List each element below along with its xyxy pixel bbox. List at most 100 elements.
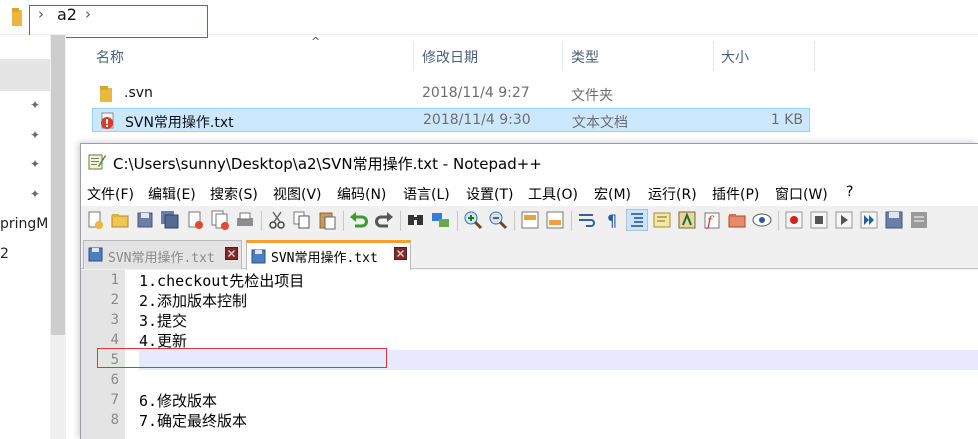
menu-help[interactable]: ? <box>846 184 853 200</box>
close-all-icon[interactable] <box>209 209 231 231</box>
code-line[interactable]: 3.提交 <box>139 310 187 331</box>
window-titlebar[interactable]: C:\Users\sunny\Desktop\a2\SVN常用操作.txt - … <box>81 144 978 178</box>
column-header-size[interactable]: 大小 <box>721 47 749 67</box>
menu-run[interactable]: 运行(R) <box>648 184 697 204</box>
column-divider[interactable] <box>413 41 414 71</box>
print-icon[interactable] <box>234 209 256 231</box>
line-number: 6 <box>110 372 119 388</box>
pin-icon[interactable]: ✦ <box>30 128 42 142</box>
pin-icon[interactable]: ✦ <box>30 187 42 201</box>
code-line[interactable]: 2.添加版本控制 <box>139 290 247 311</box>
close-tab-icon[interactable] <box>225 247 238 260</box>
sort-indicator-icon: ^ <box>311 35 321 48</box>
macro-stop-icon[interactable] <box>808 209 830 231</box>
nav-item-truncated[interactable]: pringM <box>0 216 48 232</box>
find-icon[interactable] <box>405 209 427 231</box>
nav-selected-item[interactable] <box>0 59 50 91</box>
file-type: 文件夹 <box>571 88 613 104</box>
menu-view[interactable]: 视图(V) <box>273 184 322 204</box>
redo-icon[interactable] <box>373 209 395 231</box>
menu-search[interactable]: 搜索(S) <box>210 184 258 204</box>
show-all-chars-icon[interactable]: ¶ <box>601 209 623 231</box>
toolbar-separator <box>457 211 458 231</box>
menu-language[interactable]: 语言(L) <box>403 184 450 204</box>
copy-icon[interactable] <box>291 209 313 231</box>
monitoring-icon[interactable] <box>751 209 773 231</box>
code-line[interactable]: 1.checkout先检出项目 <box>139 270 304 291</box>
menu-settings[interactable]: 设置(T) <box>466 184 513 204</box>
new-file-icon[interactable] <box>84 209 106 231</box>
toolbar-overflow-icon[interactable] <box>908 209 930 231</box>
column-divider[interactable] <box>713 41 714 71</box>
code-line[interactable]: 7.确定最终版本 <box>139 410 247 431</box>
replace-icon[interactable] <box>430 209 452 231</box>
menu-edit[interactable]: 编辑(E) <box>148 184 196 204</box>
notepadpp-app-icon <box>88 154 106 170</box>
svn-conflict-icon <box>101 112 114 129</box>
notepadpp-window: C:\Users\sunny\Desktop\a2\SVN常用操作.txt - … <box>80 143 978 439</box>
toolbar-separator <box>571 211 572 231</box>
line-number: 4 <box>110 332 119 348</box>
file-row[interactable]: .svn 2018/11/4 9:27 文件夹 <box>92 82 810 106</box>
zoom-in-icon[interactable] <box>462 209 484 231</box>
annotation-box-address <box>29 5 208 38</box>
file-date: 2018/11/4 9:30 <box>423 112 531 128</box>
tab-label: SVN常用操作.txt <box>271 251 378 266</box>
sync-horizontal-icon[interactable] <box>544 209 566 231</box>
pin-icon[interactable]: ✦ <box>30 157 42 171</box>
folder-icon <box>100 86 112 102</box>
file-type: 文本文档 <box>572 115 628 131</box>
save-icon[interactable] <box>134 209 156 231</box>
word-wrap-icon[interactable] <box>576 209 598 231</box>
column-header-type[interactable]: 类型 <box>571 47 599 67</box>
pin-icon[interactable]: ✦ <box>30 98 42 112</box>
indent-guide-icon[interactable] <box>626 209 648 231</box>
line-number: 8 <box>110 412 119 428</box>
file-name: .svn <box>124 85 153 101</box>
code-line[interactable]: 6.修改版本 <box>139 390 217 411</box>
close-tab-icon[interactable] <box>394 247 407 260</box>
tab-inactive[interactable]: SVN常用操作.txt <box>83 240 242 269</box>
close-file-icon[interactable] <box>184 209 206 231</box>
annotation-box-line5 <box>97 348 387 368</box>
column-header-date[interactable]: 修改日期 <box>422 47 478 67</box>
toolbar-separator <box>343 211 344 231</box>
open-file-icon[interactable] <box>109 209 131 231</box>
saved-file-icon <box>251 249 266 264</box>
undo-icon[interactable] <box>348 209 370 231</box>
paste-icon[interactable] <box>316 209 338 231</box>
cut-icon[interactable] <box>266 209 288 231</box>
column-divider[interactable] <box>814 41 815 71</box>
nav-scrollbar[interactable] <box>50 35 66 439</box>
menu-file[interactable]: 文件(F) <box>87 184 134 204</box>
svg-text:¶: ¶ <box>607 211 617 230</box>
menu-tools[interactable]: 工具(O) <box>528 184 578 204</box>
menu-window[interactable]: 窗口(W) <box>775 184 828 204</box>
column-divider[interactable] <box>562 41 563 71</box>
nav-scrollbar-thumb[interactable] <box>51 35 65 335</box>
document-map-icon[interactable] <box>651 209 673 231</box>
toolbar-separator <box>261 211 262 231</box>
save-all-icon[interactable] <box>159 209 181 231</box>
function-list-icon[interactable] <box>676 209 698 231</box>
file-list-header: ^ 名称 修改日期 类型 大小 <box>66 35 978 75</box>
macro-run-multiple-icon[interactable] <box>858 209 880 231</box>
menu-macro[interactable]: 宏(M) <box>594 184 631 204</box>
tab-active[interactable]: SVN常用操作.txt <box>246 240 411 270</box>
macro-save-icon[interactable] <box>883 209 905 231</box>
folder-workspace-icon[interactable] <box>726 209 748 231</box>
file-size: 1 KB <box>770 112 803 128</box>
column-header-name[interactable]: 名称 <box>96 47 124 67</box>
nav-item-truncated[interactable]: 2 <box>0 246 9 262</box>
file-date: 2018/11/4 9:27 <box>422 85 530 101</box>
toolbar-separator <box>514 211 515 231</box>
line-number: 7 <box>110 392 119 408</box>
sync-vertical-icon[interactable] <box>519 209 541 231</box>
function-icon[interactable]: f <box>701 209 723 231</box>
macro-record-icon[interactable] <box>783 209 805 231</box>
file-row-selected[interactable]: SVN常用操作.txt 2018/11/4 9:30 文本文档 1 KB <box>92 108 810 132</box>
macro-play-icon[interactable] <box>833 209 855 231</box>
menu-plugins[interactable]: 插件(P) <box>712 184 759 204</box>
menu-encoding[interactable]: 编码(N) <box>337 184 386 204</box>
zoom-out-icon[interactable] <box>487 209 509 231</box>
